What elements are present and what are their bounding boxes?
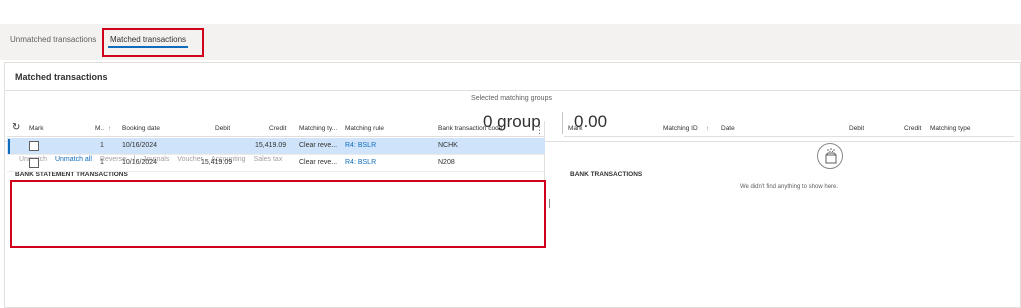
panel-header: Matched transactions (5, 63, 1020, 91)
refresh-icon[interactable]: ↻ (12, 122, 20, 133)
column-matching-type[interactable]: Matching ty... (299, 125, 337, 132)
highlight-box-tab (102, 28, 204, 57)
column-matching-type[interactable]: Matching type (930, 125, 970, 132)
column-booking-date[interactable]: Booking date (122, 125, 160, 132)
grid-header: Mark Matching ID ↑ Date Debit Credit Mat… (564, 121, 1014, 137)
more-icon[interactable]: ⋮ (535, 125, 544, 136)
highlight-box-grid (10, 180, 546, 248)
cell-debit: 15,419.09 (201, 159, 233, 166)
cell-booking-date: 10/16/2024 (122, 142, 158, 149)
selected-row-indicator (8, 139, 10, 154)
column-debit[interactable]: Debit (849, 125, 864, 132)
sort-arrow-icon: ↑ (706, 125, 710, 132)
cell-m: 1 (100, 159, 104, 166)
column-credit[interactable]: Credit (904, 125, 921, 132)
grid-header: ↻ Mark M.. ↑ Booking date Debit Credit M… (7, 121, 545, 137)
table-row[interactable]: 1 10/16/2024 15,419.09 Clear reve... R4:… (7, 155, 545, 172)
column-credit[interactable]: Credit (269, 125, 286, 132)
column-matching-id[interactable]: Matching ID (663, 125, 698, 132)
column-bank-transaction-code[interactable]: Bank transaction code (438, 125, 502, 132)
cell-matching-type: Clear reve... (299, 159, 338, 166)
sort-arrow-icon: ↑ (108, 125, 112, 132)
cell-bank-transaction-code: N208 (438, 159, 455, 166)
cell-matching-rule-link[interactable]: R4: BSLR (345, 159, 376, 166)
pane-splitter[interactable] (549, 199, 550, 208)
column-date[interactable]: Date (721, 125, 735, 132)
column-mark[interactable]: Mark (29, 125, 43, 132)
cell-matching-rule-link[interactable]: R4: BSLR (345, 142, 376, 149)
column-debit[interactable]: Debit (215, 125, 230, 132)
cell-matching-type: Clear reve... (299, 142, 338, 149)
cell-bank-transaction-code: NCHK (438, 142, 458, 149)
summary-divider (562, 112, 563, 134)
mark-checkbox[interactable] (29, 158, 39, 168)
empty-state-message: We didn't find anything to show here. (739, 184, 839, 190)
summary-label: Selected matching groups (471, 95, 552, 102)
empty-state-icon (817, 143, 843, 169)
column-m[interactable]: M.. (95, 125, 104, 132)
mark-checkbox[interactable] (29, 141, 39, 151)
tab-unmatched-transactions[interactable]: Unmatched transactions (10, 35, 96, 44)
table-row[interactable]: 1 10/16/2024 15,419.09 Clear reve... R4:… (7, 138, 545, 155)
cell-booking-date: 10/16/2024 (122, 159, 158, 166)
cell-credit: 15,419.09 (255, 142, 287, 149)
column-mark[interactable]: Mark (568, 125, 582, 132)
cell-m: 1 (100, 142, 104, 149)
bank-transactions-grid: Mark Matching ID ↑ Date Debit Credit Mat… (564, 121, 1014, 246)
panel-title: Matched transactions (15, 72, 108, 82)
column-matching-rule[interactable]: Matching rule (345, 125, 384, 132)
